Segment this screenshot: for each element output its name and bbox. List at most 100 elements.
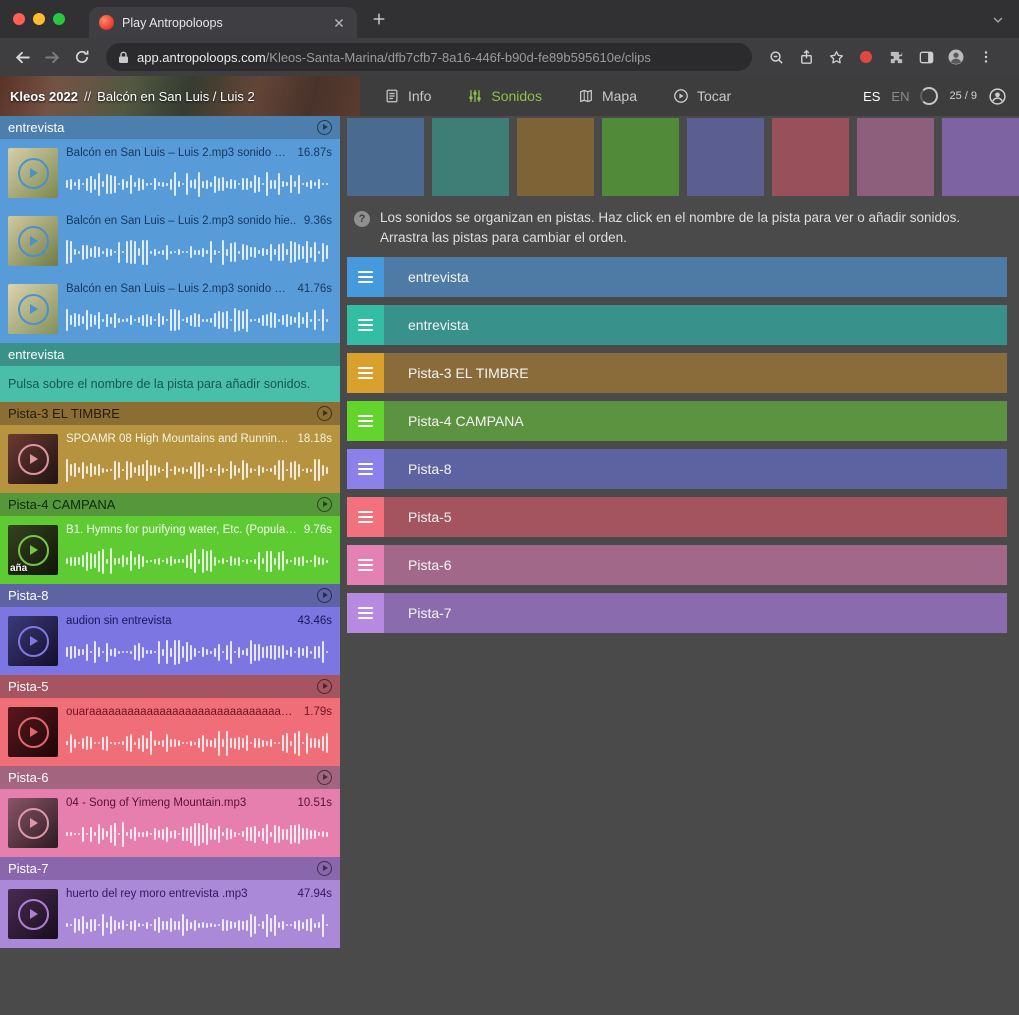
track-color-swatch[interactable] (432, 118, 509, 196)
browser-tab[interactable]: Play Antropoloops (89, 7, 357, 38)
track-play-button[interactable] (317, 588, 332, 603)
tab-info[interactable]: Info (384, 88, 431, 104)
reload-button[interactable] (68, 43, 96, 71)
track-row[interactable]: Pista-7 (347, 593, 1007, 633)
track-row[interactable]: Pista-8 (347, 449, 1007, 489)
clip-thumbnail[interactable] (8, 434, 58, 484)
tab-search-chevron-icon[interactable] (991, 13, 1005, 27)
track-color-swatch[interactable] (602, 118, 679, 196)
clip-thumbnail[interactable] (8, 148, 58, 198)
address-bar[interactable]: app.antropoloops.com/Kleos-Santa-Marina/… (106, 43, 752, 71)
fullscreen-window-button[interactable] (53, 13, 65, 25)
track-row[interactable]: entrevista (347, 257, 1007, 297)
track-play-button[interactable] (317, 861, 332, 876)
track-row[interactable]: Pista-5 (347, 497, 1007, 537)
record-extension-icon[interactable] (860, 51, 872, 63)
side-panel-icon[interactable] (912, 43, 940, 71)
tab-mapa[interactable]: Mapa (578, 88, 637, 104)
track-row-bar[interactable]: entrevista (384, 257, 1007, 297)
clip-item[interactable]: Balcón en San Luis – Luis 2.mp3 sonido h… (0, 139, 340, 207)
clip-item[interactable]: Balcón en San Luis – Luis 2.mp3 sonido h… (0, 207, 340, 275)
clip-waveform[interactable] (66, 161, 332, 207)
track-play-button[interactable] (317, 679, 332, 694)
track-row-bar[interactable]: Pista-5 (384, 497, 1007, 537)
track-row-handle[interactable] (347, 353, 384, 393)
track-header[interactable]: Pista-3 EL TIMBRE (0, 402, 340, 425)
clip-item[interactable]: SPOAMR 08 High Mountains and Running ...… (0, 425, 340, 493)
bookmark-star-icon[interactable] (822, 43, 850, 71)
track-color-swatch[interactable] (517, 118, 594, 196)
track-header[interactable]: Pista-7 (0, 857, 340, 880)
share-icon[interactable] (792, 43, 820, 71)
clip-waveform[interactable] (66, 902, 332, 948)
lang-en-button[interactable]: EN (891, 89, 909, 104)
track-row[interactable]: Pista-4 CAMPANA (347, 401, 1007, 441)
new-tab-button[interactable] (371, 11, 387, 27)
forward-button[interactable] (38, 43, 66, 71)
track-row-handle[interactable] (347, 305, 384, 345)
track-play-button[interactable] (317, 406, 332, 421)
clip-waveform[interactable] (66, 538, 332, 584)
track-row-handle[interactable] (347, 401, 384, 441)
track-row-handle[interactable] (347, 545, 384, 585)
track-color-swatch[interactable] (347, 118, 424, 196)
clip-item[interactable]: huerto del rey moro entrevista .mp3 47.9… (0, 880, 340, 948)
clip-waveform[interactable] (66, 720, 332, 766)
track-play-button[interactable] (317, 770, 332, 785)
track-play-button[interactable] (317, 497, 332, 512)
close-window-button[interactable] (13, 13, 25, 25)
lang-es-button[interactable]: ES (863, 89, 880, 104)
zoom-icon[interactable] (762, 43, 790, 71)
track-row-bar[interactable]: Pista-6 (384, 545, 1007, 585)
back-button[interactable] (8, 43, 36, 71)
clip-waveform[interactable] (66, 229, 332, 275)
minimize-window-button[interactable] (33, 13, 45, 25)
track-header[interactable]: entrevista (0, 116, 340, 139)
clip-thumbnail[interactable] (8, 707, 58, 757)
clip-thumbnail[interactable] (8, 616, 58, 666)
clip-thumbnail[interactable] (8, 284, 58, 334)
clip-waveform[interactable] (66, 297, 332, 343)
track-header[interactable]: entrevista (0, 343, 340, 366)
clip-thumbnail[interactable] (8, 216, 58, 266)
track-header[interactable]: Pista-5 (0, 675, 340, 698)
tab-sonidos[interactable]: Sonidos (467, 88, 542, 104)
track-color-swatch[interactable] (857, 118, 934, 196)
clip-item[interactable]: Balcón en San Luis – Luis 2.mp3 sonido h… (0, 275, 340, 343)
track-color-swatch[interactable] (687, 118, 764, 196)
clip-waveform[interactable] (66, 811, 332, 857)
track-row-handle[interactable] (347, 449, 384, 489)
clip-item[interactable]: 04 - Song of Yimeng Mountain.mp3 10.51s (0, 789, 340, 857)
clip-waveform[interactable] (66, 629, 332, 675)
clip-thumbnail[interactable] (8, 889, 58, 939)
track-header[interactable]: Pista-6 (0, 766, 340, 789)
profile-avatar[interactable] (942, 43, 970, 71)
tab-close-icon[interactable] (331, 15, 347, 31)
track-color-swatch[interactable] (772, 118, 849, 196)
clip-waveform[interactable] (66, 447, 332, 493)
clip-item[interactable]: ouaraaaaaaaaaaaaaaaaaaaaaaaaaaaaaaaa... … (0, 698, 340, 766)
clip-thumbnail[interactable]: aña (8, 525, 58, 575)
track-row-bar[interactable]: Pista-3 EL TIMBRE (384, 353, 1007, 393)
breadcrumb[interactable]: Kleos 2022 // Balcón en San Luis / Luis … (0, 76, 360, 116)
track-row[interactable]: entrevista (347, 305, 1007, 345)
breadcrumb-project[interactable]: Kleos 2022 (10, 89, 78, 104)
clip-item[interactable]: audion sin entrevista 43.46s (0, 607, 340, 675)
track-row-handle[interactable] (347, 257, 384, 297)
track-row-bar[interactable]: entrevista (384, 305, 1007, 345)
account-icon[interactable] (988, 87, 1007, 106)
track-row-bar[interactable]: Pista-4 CAMPANA (384, 401, 1007, 441)
track-row[interactable]: Pista-3 EL TIMBRE (347, 353, 1007, 393)
track-row[interactable]: Pista-6 (347, 545, 1007, 585)
clip-item[interactable]: aña B1. Hymns for purifying water, Etc. … (0, 516, 340, 584)
tab-tocar[interactable]: Tocar (673, 88, 731, 104)
track-row-bar[interactable]: Pista-7 (384, 593, 1007, 633)
track-row-handle[interactable] (347, 593, 384, 633)
track-row-handle[interactable] (347, 497, 384, 537)
track-header[interactable]: Pista-8 (0, 584, 340, 607)
track-header[interactable]: Pista-4 CAMPANA (0, 493, 340, 516)
track-play-button[interactable] (317, 120, 332, 135)
extensions-puzzle-icon[interactable] (882, 43, 910, 71)
browser-menu-kebab-icon[interactable] (972, 43, 1000, 71)
track-row-bar[interactable]: Pista-8 (384, 449, 1007, 489)
